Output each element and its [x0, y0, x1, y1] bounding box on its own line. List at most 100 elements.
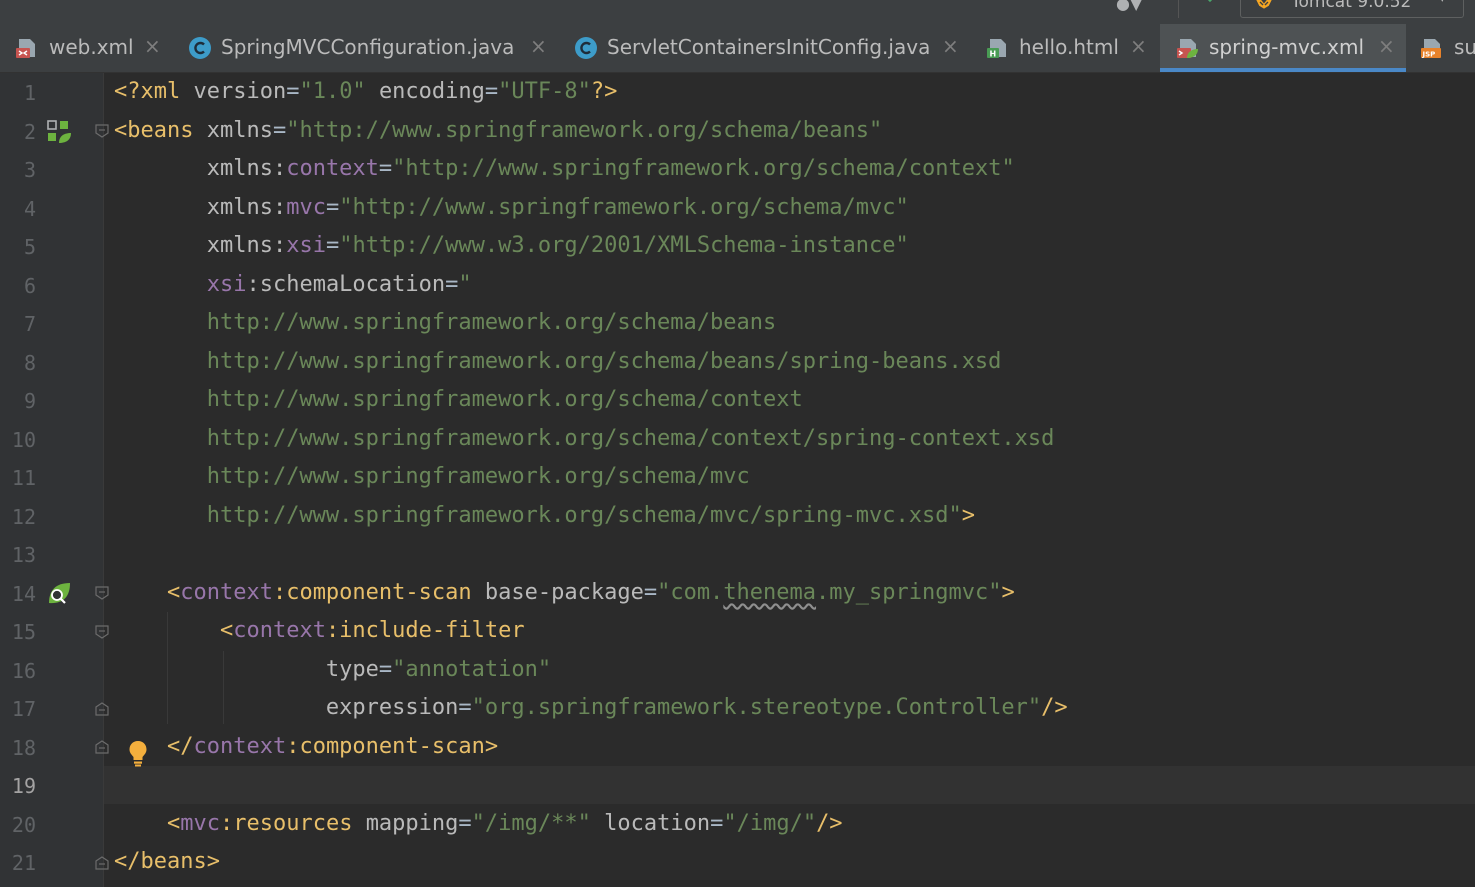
code-line[interactable]: <context:component-scan base-package="co… [104, 574, 1475, 612]
close-icon[interactable]: × [1130, 34, 1147, 58]
code-token: > [1001, 580, 1015, 605]
toolbar-separator [1178, 0, 1179, 18]
tomcat-icon [1255, 0, 1273, 10]
code-line[interactable]: http://www.springframework.org/schema/be… [104, 304, 1475, 342]
tab-web-xml[interactable]: web.xml × [0, 24, 180, 72]
svg-text:JSP: JSP [1422, 51, 1436, 59]
tab-label: hello.html [1019, 35, 1119, 59]
code-text: <mvc:resources mapping="/img/**" locatio… [114, 811, 843, 837]
code-text: xmlns:xsi="http://www.w3.org/2001/XMLSch… [114, 233, 909, 259]
code-token: context [286, 156, 379, 181]
code-token: http://www.springframework.org/schema/be… [206, 310, 777, 335]
code-token: /> [1041, 695, 1068, 720]
code-token: "http://www.springframework.org/schema/b… [286, 118, 883, 143]
code-text: xsi:schemaLocation=" [114, 272, 472, 298]
line-number: 21 [11, 851, 36, 875]
code-text: http://www.springframework.org/schema/mv… [114, 503, 975, 529]
code-line[interactable]: http://www.springframework.org/schema/mv… [104, 497, 1475, 535]
code-token: /> [816, 811, 843, 836]
lightbulb-icon[interactable] [128, 739, 148, 767]
editor-tab-bar: web.xml × SpringMVCConfiguration.java × … [0, 24, 1475, 73]
code-text: <beans xmlns="http://www.springframework… [114, 118, 882, 144]
active-tab-indicator [1160, 68, 1406, 72]
hammer-icon[interactable] [1198, 0, 1220, 10]
line-number: 13 [11, 543, 36, 567]
code-token: "/img/**" [471, 811, 591, 836]
code-line[interactable]: type="annotation" [104, 651, 1475, 689]
tab-servletcontainersinitconfig-java[interactable]: ServletContainersInitConfig.java × [562, 24, 974, 72]
code-line[interactable]: xmlns:context="http://www.springframewor… [104, 150, 1475, 188]
code-text: xmlns:mvc="http://www.springframework.or… [114, 195, 909, 221]
line-number: 19 [11, 774, 36, 798]
code-line[interactable]: xmlns:xsi="http://www.w3.org/2001/XMLSch… [104, 227, 1475, 265]
code-token: context [180, 580, 273, 605]
line-number: 7 [23, 312, 36, 336]
code-token: mapping [365, 811, 459, 836]
tab-label: spring-mvc.xml [1209, 35, 1365, 59]
code-line[interactable]: <?xml version="1.0" encoding="UTF-8"?> [104, 73, 1475, 111]
line-number: 10 [11, 428, 36, 452]
close-icon[interactable]: × [1378, 34, 1395, 58]
line-number: 17 [11, 697, 36, 721]
code-line[interactable]: http://www.springframework.org/schema/co… [104, 420, 1475, 458]
code-token: thenema [723, 580, 817, 605]
user-icon[interactable]: ●▼ [1116, 0, 1142, 13]
code-line[interactable]: xsi:schemaLocation=" [104, 266, 1475, 304]
code-text: </context:component-scan> [114, 734, 498, 760]
code-token: "http://www.springframework.org/schema/m… [339, 195, 909, 220]
code-text: http://www.springframework.org/schema/be… [114, 349, 1002, 375]
code-line[interactable] [104, 535, 1475, 573]
code-text: <?xml version="1.0" encoding="UTF-8"?> [114, 79, 617, 105]
code-line[interactable]: <context:include-filter [104, 612, 1475, 650]
spring-bean-icon[interactable] [46, 119, 72, 145]
code-token: <?xml [114, 79, 194, 104]
code-line[interactable]: <mvc:resources mapping="/img/**" locatio… [104, 805, 1475, 843]
run-configuration-select[interactable]: Tomcat 9.0.52 ▾ [1240, 0, 1464, 18]
code-text: http://www.springframework.org/schema/mv… [114, 464, 750, 490]
line-number: 20 [11, 813, 36, 837]
indent-guide [223, 651, 224, 724]
code-line[interactable]: expression="org.springframework.stereoty… [104, 689, 1475, 727]
svg-text:H: H [990, 50, 997, 59]
code-token: mvc [180, 811, 220, 836]
line-number: 15 [11, 620, 36, 644]
tab-label: SpringMVCConfiguration.java [221, 35, 515, 59]
code-line[interactable]: </context:component-scan> [104, 728, 1475, 766]
code-editor[interactable]: <?xml version="1.0" encoding="UTF-8"?> <b… [104, 73, 1475, 887]
close-icon[interactable]: × [530, 34, 547, 58]
code-line[interactable]: http://www.springframework.org/schema/mv… [104, 458, 1475, 496]
code-token: <beans [114, 118, 207, 143]
chevron-down-icon[interactable]: ▾ [1439, 0, 1446, 6]
close-icon[interactable]: × [144, 34, 161, 58]
code-token: :include-filter [325, 618, 525, 643]
spring-component-scan-icon[interactable] [46, 581, 72, 607]
code-token: "annotation" [392, 657, 552, 682]
code-line[interactable]: </beans> [104, 843, 1475, 881]
code-line[interactable] [104, 766, 1475, 804]
line-number: 18 [11, 736, 36, 760]
tab-label: web.xml [49, 35, 134, 59]
main-toolbar: ●▼ Tomcat 9.0.52 ▾ [0, 0, 1475, 24]
code-line[interactable]: http://www.springframework.org/schema/co… [104, 381, 1475, 419]
code-line[interactable]: http://www.springframework.org/schema/be… [104, 343, 1475, 381]
code-token: "/img/" [723, 811, 817, 836]
tab-springmvcconfiguration-java[interactable]: SpringMVCConfiguration.java × [180, 24, 562, 72]
tab-spring-mvc-xml[interactable]: spring-mvc.xml × [1160, 24, 1406, 72]
line-number: 11 [11, 466, 36, 490]
tab-hello-html[interactable]: H hello.html × [974, 24, 1160, 72]
code-line[interactable]: <beans xmlns="http://www.springframework… [104, 112, 1475, 150]
code-token: = [378, 156, 393, 181]
code-line[interactable]: xmlns:mvc="http://www.springframework.or… [104, 189, 1475, 227]
code-token: version [193, 79, 287, 104]
code-token: xmlns [206, 118, 273, 143]
close-icon[interactable]: × [942, 34, 959, 58]
tab-su[interactable]: JSP su [1406, 24, 1475, 72]
